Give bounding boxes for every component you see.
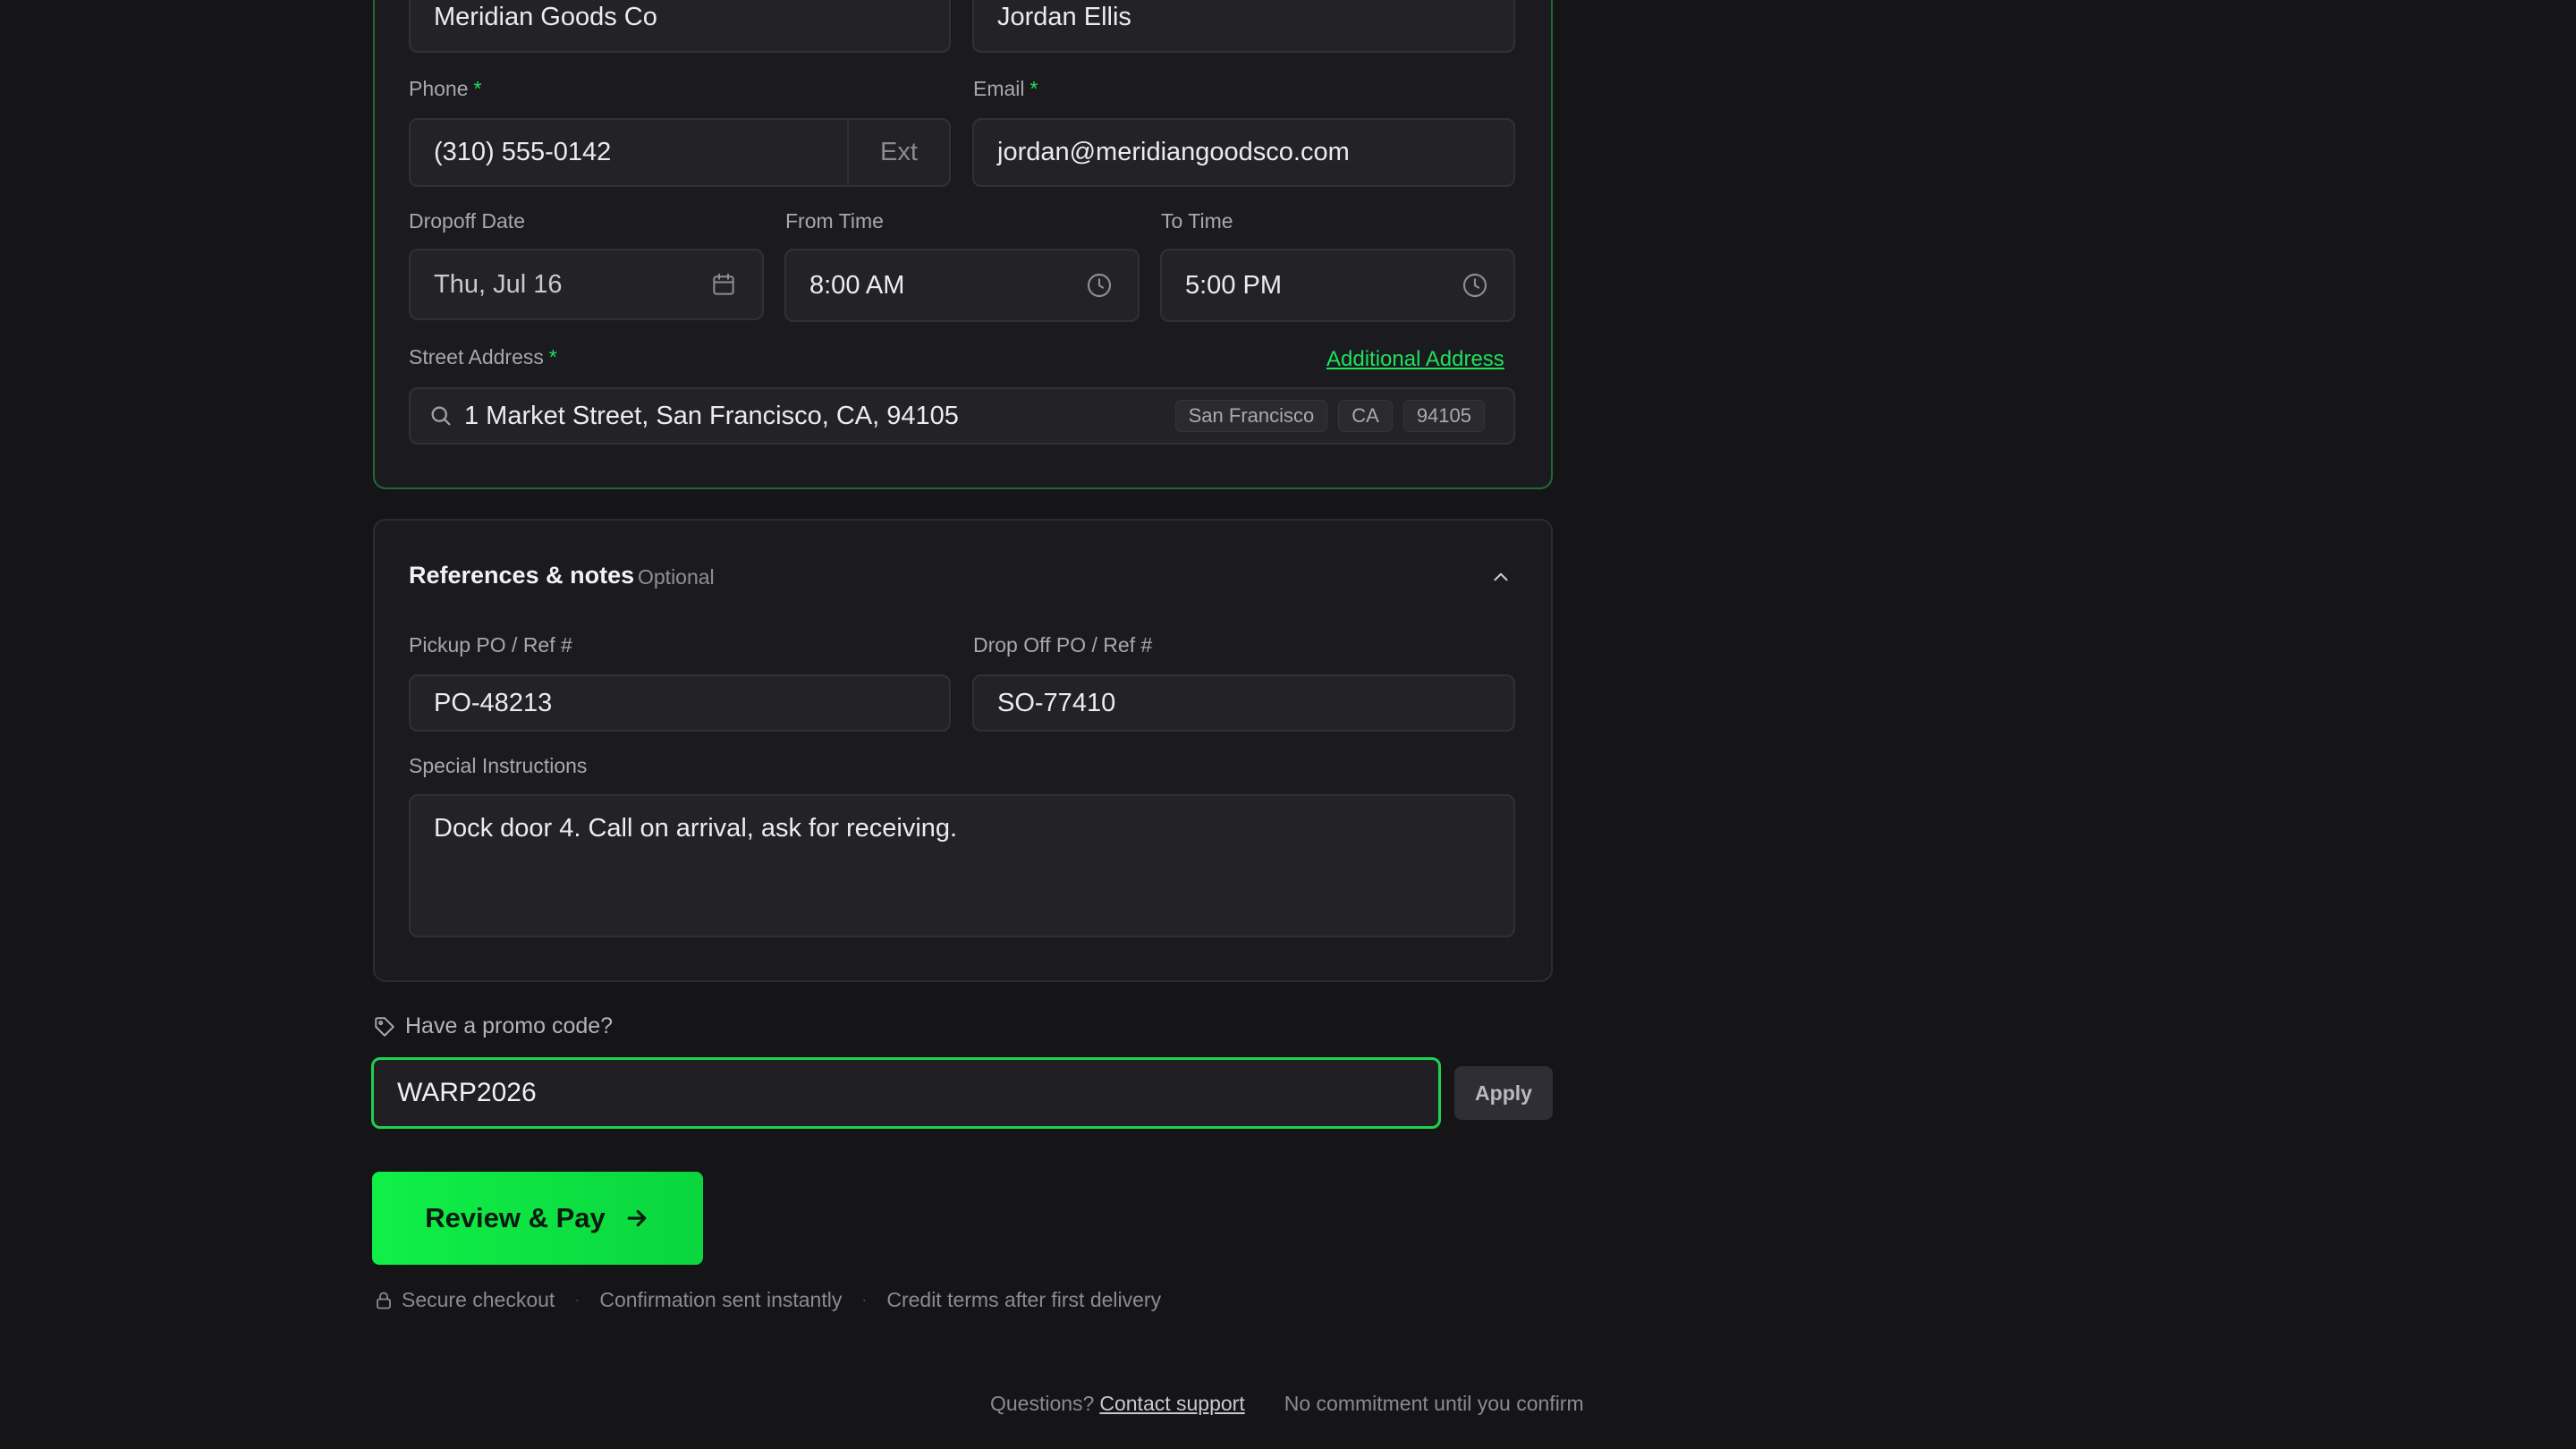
pickup-po-label: Pickup PO / Ref # [409, 633, 572, 657]
required-marker: * [473, 77, 482, 100]
from-time-value: 8:00 AM [809, 270, 905, 300]
clock-icon[interactable] [1084, 270, 1114, 301]
email-label-text: Email [973, 77, 1025, 100]
company-name-value: Meridian Goods Co [434, 3, 657, 31]
apply-label: Apply [1475, 1080, 1532, 1105]
clock-icon[interactable] [1460, 270, 1490, 301]
state-chip: CA [1338, 400, 1393, 432]
street-address-search-input[interactable]: 1 Market Street, San Francisco, CA, 9410… [409, 387, 1515, 445]
optional-tag: Optional [638, 565, 715, 589]
chevron-up-icon[interactable] [1486, 562, 1516, 592]
required-marker: * [1030, 77, 1038, 100]
review-pay-button[interactable]: Review & Pay [372, 1172, 703, 1265]
promo-code-input[interactable]: WARP2026 [371, 1057, 1441, 1129]
street-address-value: 1 Market Street, San Francisco, CA, 9410… [464, 401, 959, 430]
trust-item-secure: Secure checkout [402, 1288, 555, 1311]
apply-promo-button[interactable]: Apply [1454, 1066, 1553, 1120]
search-icon [428, 403, 453, 428]
address-chips: San Francisco CA 94105 [1165, 400, 1485, 432]
pickup-po-input[interactable]: PO-48213 [409, 674, 951, 732]
promo-prompt: Have a promo code? [405, 1013, 614, 1038]
pickup-po-value: PO-48213 [434, 688, 553, 717]
contact-name-value: Jordan Ellis [997, 3, 1131, 31]
city-chip: San Francisco [1174, 400, 1328, 432]
questions-text: Questions? [990, 1392, 1095, 1415]
email-input[interactable]: jordan@meridiangoodsco.com [972, 118, 1515, 187]
promo-toggle[interactable]: Have a promo code? [373, 1013, 613, 1039]
separator-dot: · [861, 1291, 868, 1309]
footer: Questions? Contact support No commitment… [990, 1392, 1584, 1416]
separator-dot: · [574, 1291, 580, 1309]
phone-input[interactable]: (310) 555-0142 Ext [409, 118, 951, 187]
dropoff-po-label: Drop Off PO / Ref # [973, 633, 1153, 657]
dropoff-po-input[interactable]: SO-77410 [972, 674, 1515, 732]
phone-label-text: Phone [409, 77, 469, 100]
dropoff-date-value: Thu, Jul 16 [434, 269, 563, 299]
contact-support-link[interactable]: Contact support [1099, 1392, 1244, 1416]
phone-ext-placeholder: Ext [880, 138, 918, 166]
additional-address-link[interactable]: Additional Address [1326, 347, 1504, 372]
special-instructions-label: Special Instructions [409, 754, 588, 777]
email-value: jordan@meridiangoodsco.com [997, 138, 1350, 166]
street-address-label-text: Street Address [409, 345, 544, 369]
lock-icon [373, 1290, 394, 1311]
promo-code-value: WARP2026 [397, 1078, 537, 1107]
contact-name-input[interactable]: Jordan Ellis [972, 0, 1515, 53]
dropoff-date-picker[interactable]: Thu, Jul 16 [409, 249, 764, 320]
company-name-input[interactable]: Meridian Goods Co [409, 0, 951, 53]
required-marker: * [548, 345, 557, 369]
trust-item-confirmation: Confirmation sent instantly [599, 1288, 843, 1311]
phone-label: Phone * [409, 77, 481, 101]
to-time-picker[interactable]: 5:00 PM [1160, 249, 1515, 322]
tag-icon [373, 1015, 396, 1038]
to-time-value: 5:00 PM [1185, 270, 1282, 300]
trust-line: Secure checkout · Confirmation sent inst… [373, 1288, 1161, 1312]
dropoff-po-value: SO-77410 [997, 688, 1116, 717]
from-time-label: From Time [785, 209, 884, 233]
commitment-text: No commitment until you confirm [1284, 1392, 1584, 1415]
to-time-label: To Time [1161, 209, 1233, 233]
special-instructions-textarea[interactable]: Dock door 4. Call on arrival, ask for re… [409, 794, 1515, 937]
calendar-icon[interactable] [708, 269, 739, 300]
references-notes-title: References & notes [409, 562, 635, 589]
special-instructions-value: Dock door 4. Call on arrival, ask for re… [434, 814, 958, 843]
zip-chip: 94105 [1402, 400, 1485, 432]
email-label: Email * [973, 77, 1038, 101]
trust-item-credit: Credit terms after first delivery [886, 1288, 1162, 1311]
review-pay-label: Review & Pay [425, 1202, 606, 1233]
phone-ext-input[interactable]: Ext [847, 120, 949, 185]
dropoff-date-label: Dropoff Date [409, 209, 525, 233]
arrow-right-icon [627, 1209, 647, 1227]
street-address-label: Street Address * [409, 345, 557, 369]
from-time-picker[interactable]: 8:00 AM [784, 249, 1140, 322]
